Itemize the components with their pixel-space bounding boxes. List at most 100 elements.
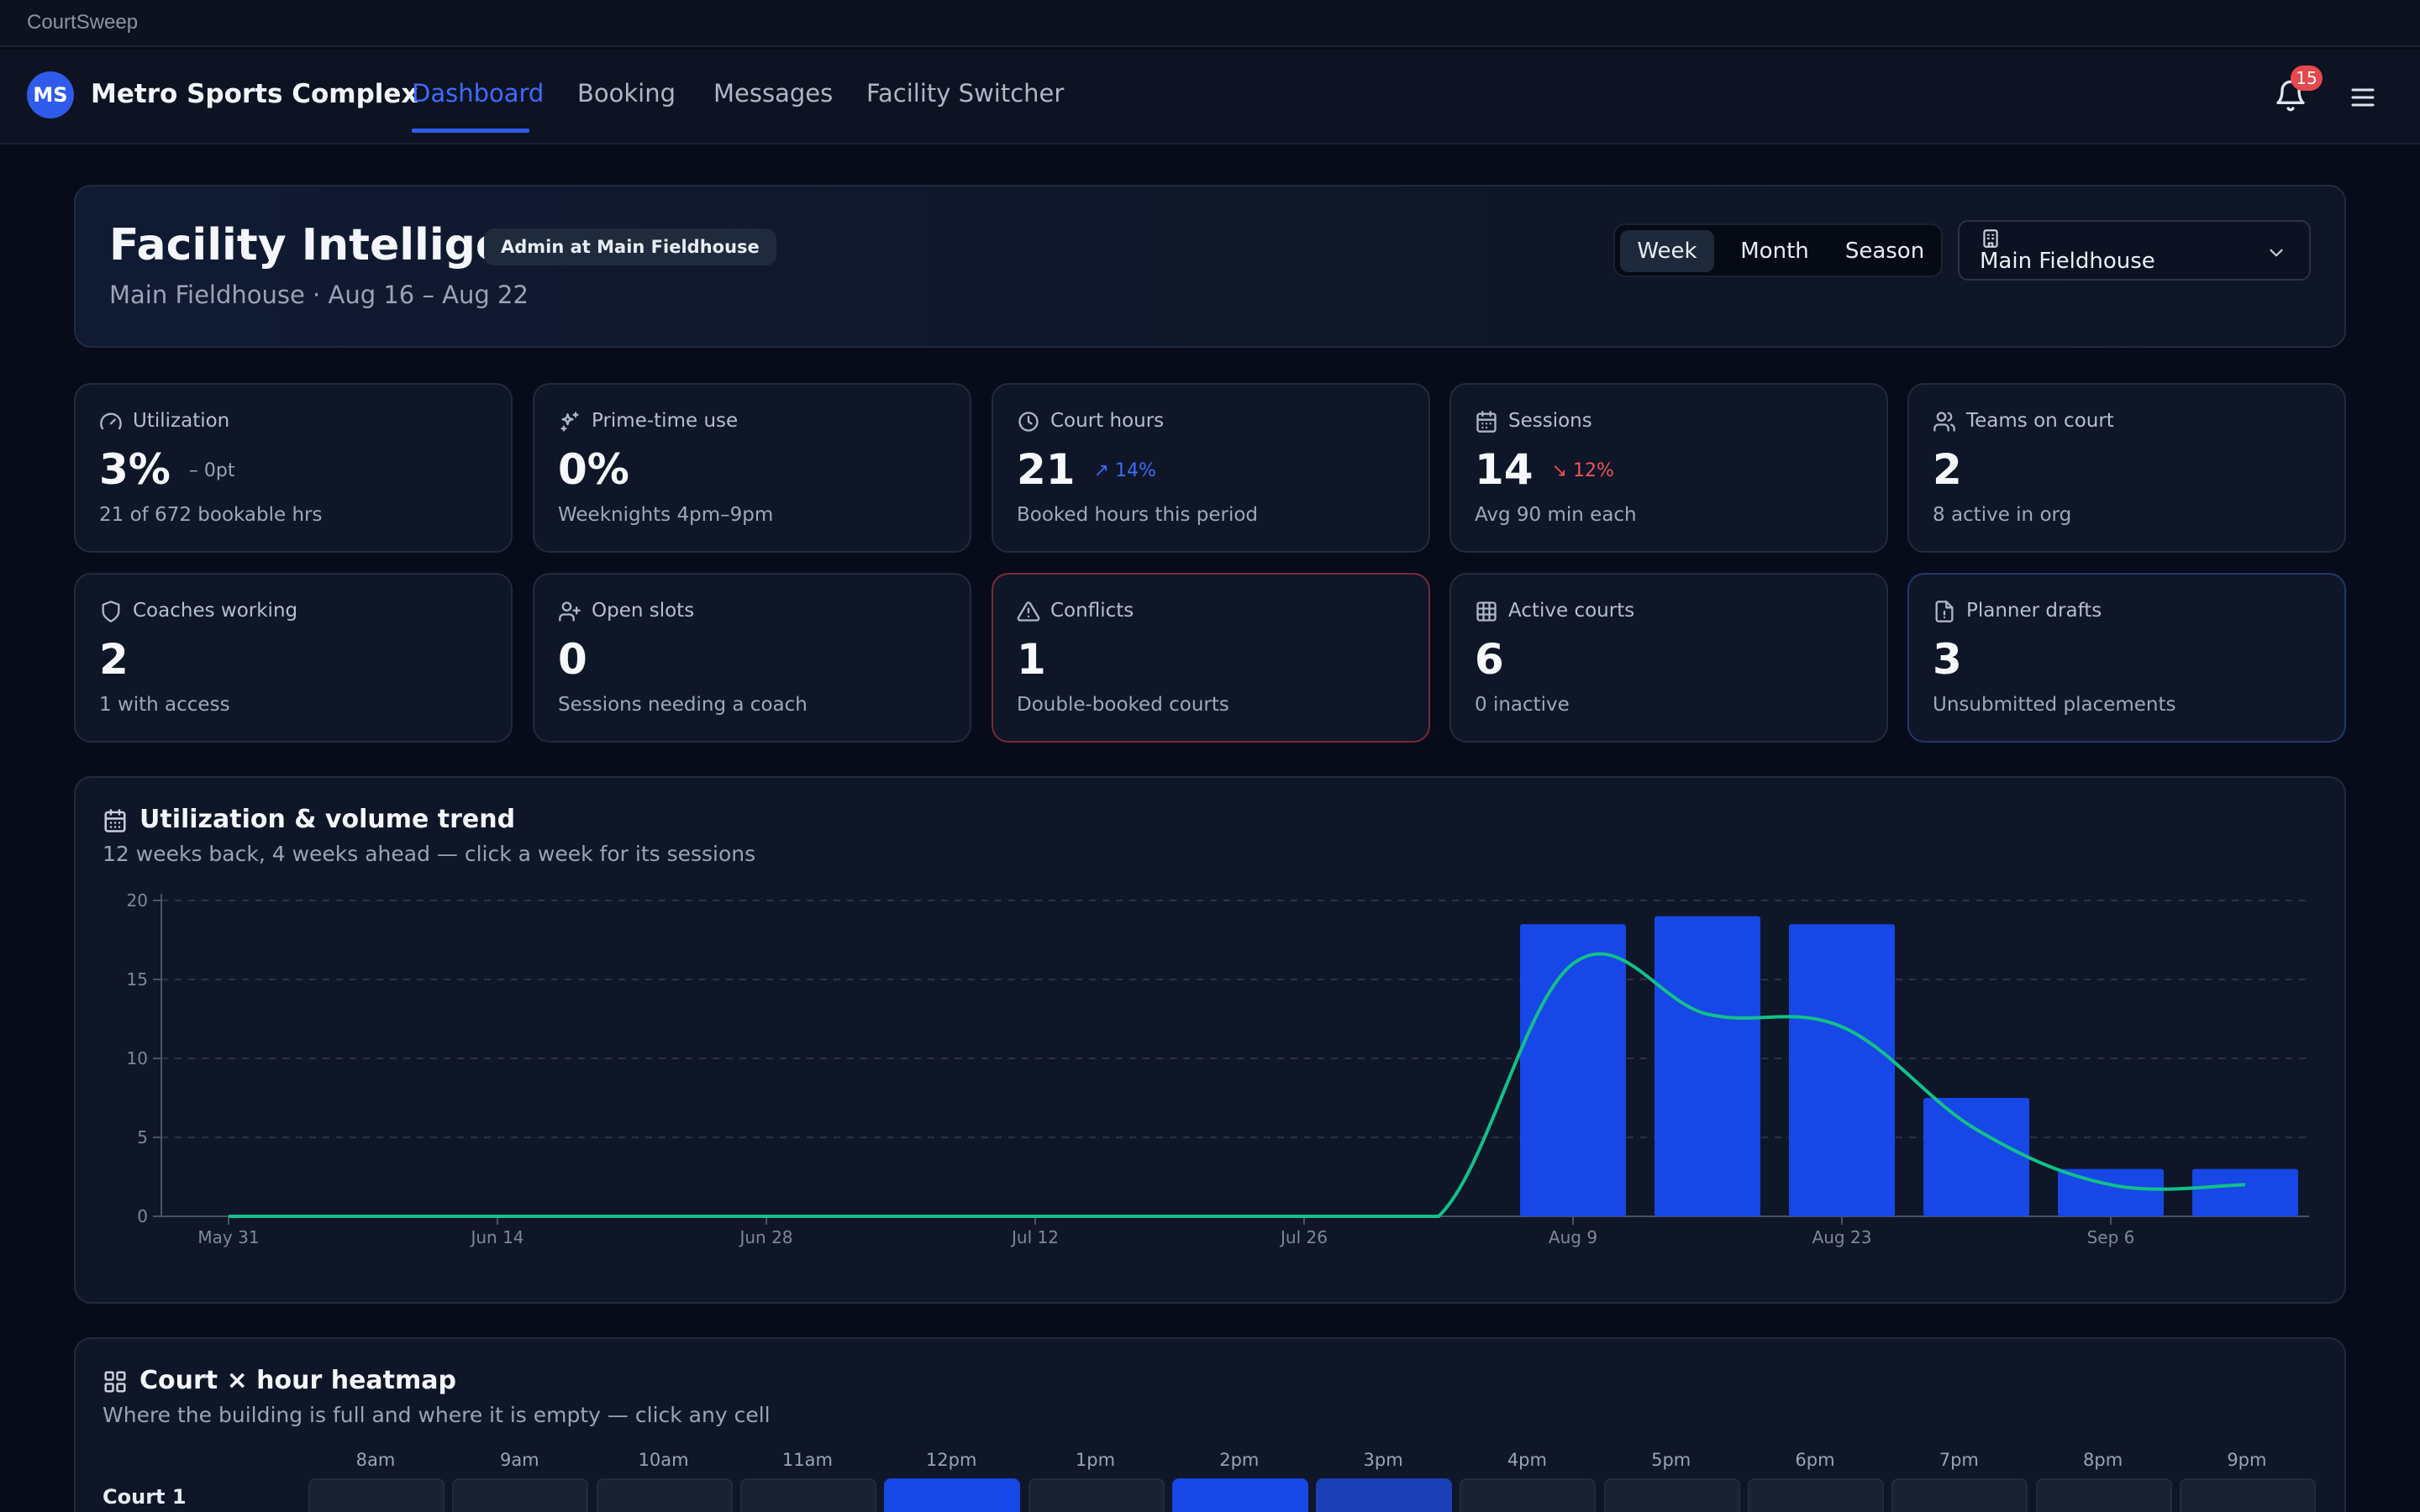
gauge-icon — [100, 412, 122, 430]
stat-card-teams-on-court[interactable]: Teams on court 2 8 active in org — [1907, 383, 2346, 553]
tab-facility-switcher[interactable]: Facility Switcher — [866, 79, 1064, 108]
stat-label: Court hours — [1050, 410, 1165, 432]
stat-label: Prime-time use — [592, 410, 739, 432]
app-title: CourtSweep — [27, 11, 139, 34]
top-navigation: MS Metro Sports Complex Dashboard Bookin… — [0, 49, 2420, 144]
stat-label: Conflicts — [1050, 600, 1134, 622]
heatmap-cell[interactable] — [452, 1478, 589, 1512]
stat-delta: ↘ 12% — [1551, 460, 1614, 481]
stat-label: Active courts — [1508, 600, 1635, 622]
trend-subtitle: 12 weeks back, 4 weeks ahead — click a w… — [103, 842, 756, 866]
stat-description: 21 of 672 bookable hrs — [99, 504, 323, 526]
stat-value: 3 — [1933, 635, 1962, 684]
stat-description: Unsubmitted placements — [1933, 694, 2176, 716]
heatmap-cell[interactable] — [1028, 1478, 1165, 1512]
stat-value: 3% — [99, 445, 171, 494]
building-icon — [1983, 229, 1998, 248]
tab-dashboard[interactable]: Dashboard — [412, 79, 544, 108]
heatmap-cell[interactable] — [1748, 1478, 1884, 1512]
stat-card-coaches-working[interactable]: Coaches working 2 1 with access — [74, 573, 513, 743]
stat-card-court-hours[interactable]: Court hours 21 ↗ 14% Booked hours this peri… — [992, 383, 1430, 553]
chevron-down-icon — [2270, 249, 2283, 257]
heatmap-cell[interactable] — [2035, 1478, 2172, 1512]
stat-card-planner-drafts[interactable]: Planner drafts 3 Unsubmitted placements — [1907, 573, 2346, 743]
stat-value: 14 — [1475, 445, 1534, 494]
period-month-button[interactable]: Month — [1721, 230, 1828, 272]
heatmap-cell[interactable] — [1603, 1478, 1740, 1512]
clock-icon — [1018, 412, 1039, 432]
stat-label: Utilization — [133, 410, 230, 432]
stat-card-prime-time-use[interactable]: Prime-time use 0% Weeknights 4pm–9pm — [533, 383, 971, 553]
stat-label: Coaches working — [133, 600, 298, 622]
heatmap-cell[interactable] — [1316, 1478, 1453, 1512]
heatmap-hour-label: 10am — [638, 1450, 689, 1470]
active-tab-indicator — [412, 129, 529, 133]
stat-value: 2 — [99, 635, 129, 684]
heatmap-hour-label: 5pm — [1651, 1450, 1691, 1470]
users-icon — [1933, 412, 1955, 432]
stat-description: 8 active in org — [1933, 504, 2072, 526]
app-titlebar: CourtSweep — [0, 0, 2420, 47]
tab-booking[interactable]: Booking — [577, 79, 676, 108]
heatmap-cell[interactable] — [2179, 1478, 2316, 1512]
heatmap-hour-label: 6pm — [1795, 1450, 1835, 1470]
shield-icon — [102, 601, 120, 622]
stat-description: Booked hours this period — [1017, 504, 1259, 526]
stat-description: 1 with access — [99, 694, 230, 716]
stat-card-open-slots[interactable]: Open slots 0 Sessions needing a coach — [533, 573, 971, 743]
heatmap-cell[interactable] — [1891, 1478, 2028, 1512]
page-subtitle: Main Fieldhouse · Aug 16 – Aug 22 — [109, 281, 529, 309]
menu-icon[interactable] — [2348, 82, 2378, 113]
heatmap-cell[interactable] — [884, 1478, 1021, 1512]
heatmap-cell[interactable] — [1171, 1478, 1308, 1512]
stat-label: Sessions — [1508, 410, 1592, 432]
stat-value: 1 — [1017, 635, 1046, 684]
period-week-button[interactable]: Week — [1620, 230, 1714, 272]
heatmap-cell[interactable] — [1460, 1478, 1597, 1512]
stat-delta: – 0pt — [188, 460, 235, 481]
stat-card-conflicts[interactable]: Conflicts 1 Double-booked courts — [992, 573, 1430, 743]
heatmap-hour-label: 12pm — [925, 1450, 977, 1470]
trend-title: Utilization & volume trend — [139, 805, 516, 834]
stat-value: 0 — [558, 635, 587, 684]
notification-badge: 15 — [2291, 66, 2323, 91]
stat-delta: ↗ 14% — [1093, 460, 1156, 481]
stat-description: Weeknights 4pm–9pm — [558, 504, 774, 526]
stat-value: 0% — [558, 445, 629, 494]
stat-value: 6 — [1475, 635, 1504, 684]
calendar-icon — [104, 809, 126, 832]
org-avatar[interactable]: MS — [27, 71, 74, 118]
stat-card-utilization[interactable]: Utilization 3% – 0pt 21 of 672 bookable hrs — [74, 383, 513, 553]
calendar-icon — [1476, 411, 1497, 433]
heatmap-hour-label: 2pm — [1219, 1450, 1260, 1470]
heatmap-subtitle: Where the building is full and where it … — [103, 1403, 771, 1427]
stat-label: Planner drafts — [1966, 600, 2102, 622]
heatmap-hour-label: 8pm — [2083, 1450, 2123, 1470]
heatmap-cell[interactable] — [739, 1478, 876, 1512]
facility-select-value: Main Fieldhouse — [1980, 249, 2155, 274]
facility-select[interactable]: Main Fieldhouse — [1958, 220, 2311, 281]
heatmap-cell[interactable] — [596, 1478, 733, 1512]
alert-triangle-icon — [1017, 601, 1040, 622]
stat-label: Teams on court — [1966, 410, 2114, 432]
period-toggle: Week Month Season — [1613, 223, 1943, 277]
tab-messages[interactable]: Messages — [713, 79, 833, 108]
heatmap-cell[interactable] — [308, 1478, 445, 1512]
grid-icon — [1476, 601, 1497, 622]
stat-label: Open slots — [592, 600, 695, 622]
stat-description: Avg 90 min each — [1475, 504, 1637, 526]
sparkles-icon — [560, 412, 579, 432]
stat-card-active-courts[interactable]: Active courts 6 0 inactive — [1449, 573, 1888, 743]
stat-description: Sessions needing a coach — [558, 694, 808, 716]
heatmap-title: Court × hour heatmap — [139, 1366, 456, 1395]
period-season-button[interactable]: Season — [1832, 230, 1938, 272]
heatmap-hour-label: 3pm — [1363, 1450, 1403, 1470]
file-alert-icon — [1935, 601, 1954, 622]
stat-description: Double-booked courts — [1017, 694, 1229, 716]
heatmap-hour-label: 7pm — [1939, 1450, 1979, 1470]
org-name: Metro Sports Complex — [91, 79, 418, 109]
user-plus-icon — [559, 601, 581, 622]
stat-card-sessions[interactable]: Sessions 14 ↘ 12% Avg 90 min each — [1449, 383, 1888, 553]
heatmap-hour-label: 9am — [499, 1450, 539, 1470]
grid-icon — [104, 1371, 126, 1393]
